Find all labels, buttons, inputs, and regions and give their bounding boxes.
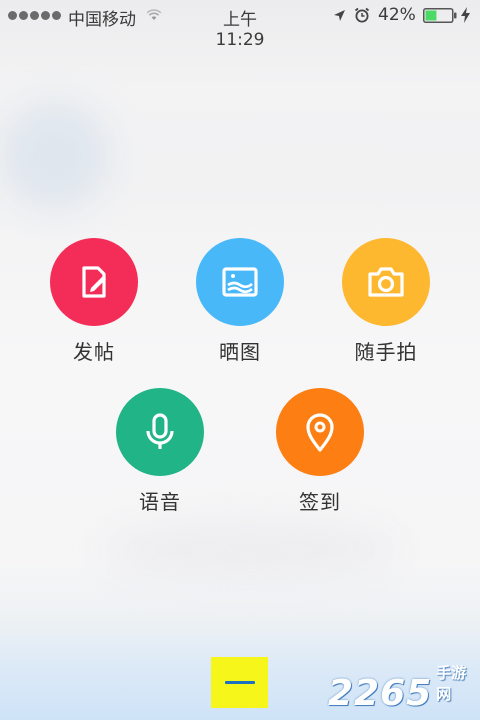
- snapshot-label: 随手拍: [354, 340, 418, 364]
- carrier-name: 中国移动: [68, 10, 136, 30]
- background-blur: [0, 100, 110, 210]
- watermark-number: 2265: [328, 673, 433, 714]
- wifi-icon: [146, 9, 162, 20]
- check-in-label: 签到: [299, 490, 341, 514]
- location-arrow-icon: [334, 10, 345, 21]
- camera-icon: [368, 267, 404, 297]
- close-menu-button[interactable]: [211, 657, 268, 708]
- voice-button[interactable]: 语音: [100, 388, 220, 515]
- post-icon-circle: [50, 238, 138, 326]
- alarm-clock-icon: [354, 7, 370, 23]
- edit-note-icon: [82, 266, 106, 298]
- microphone-icon-circle: [116, 388, 204, 476]
- share-photo-button[interactable]: 晒图: [180, 238, 300, 365]
- picture-icon: [222, 267, 258, 297]
- signal-strength-icon: [8, 11, 61, 20]
- charging-bolt-icon: [461, 7, 470, 23]
- status-bar: 中国移动 上午11:29 42%: [0, 0, 480, 50]
- post-label: 发帖: [73, 340, 115, 364]
- watermark-text: 手游网: [436, 664, 467, 703]
- minus-icon: [224, 681, 255, 684]
- battery-percentage: 42%: [378, 5, 416, 25]
- photo-label: 晒图: [219, 340, 261, 364]
- voice-label: 语音: [139, 490, 181, 514]
- clock-time: 上午11:29: [215, 10, 265, 50]
- battery-icon: [423, 8, 457, 23]
- post-button[interactable]: 发帖: [34, 238, 154, 365]
- microphone-icon: [146, 413, 174, 449]
- check-in-button[interactable]: 签到: [260, 388, 380, 515]
- watermark-logo: 2265 手游网: [328, 664, 480, 714]
- camera-icon-circle: [342, 238, 430, 326]
- snapshot-button[interactable]: 随手拍: [326, 238, 446, 365]
- background-blur: [100, 520, 400, 580]
- location-icon-circle: [276, 388, 364, 476]
- location-pin-icon: [306, 413, 334, 452]
- photo-icon-circle: [196, 238, 284, 326]
